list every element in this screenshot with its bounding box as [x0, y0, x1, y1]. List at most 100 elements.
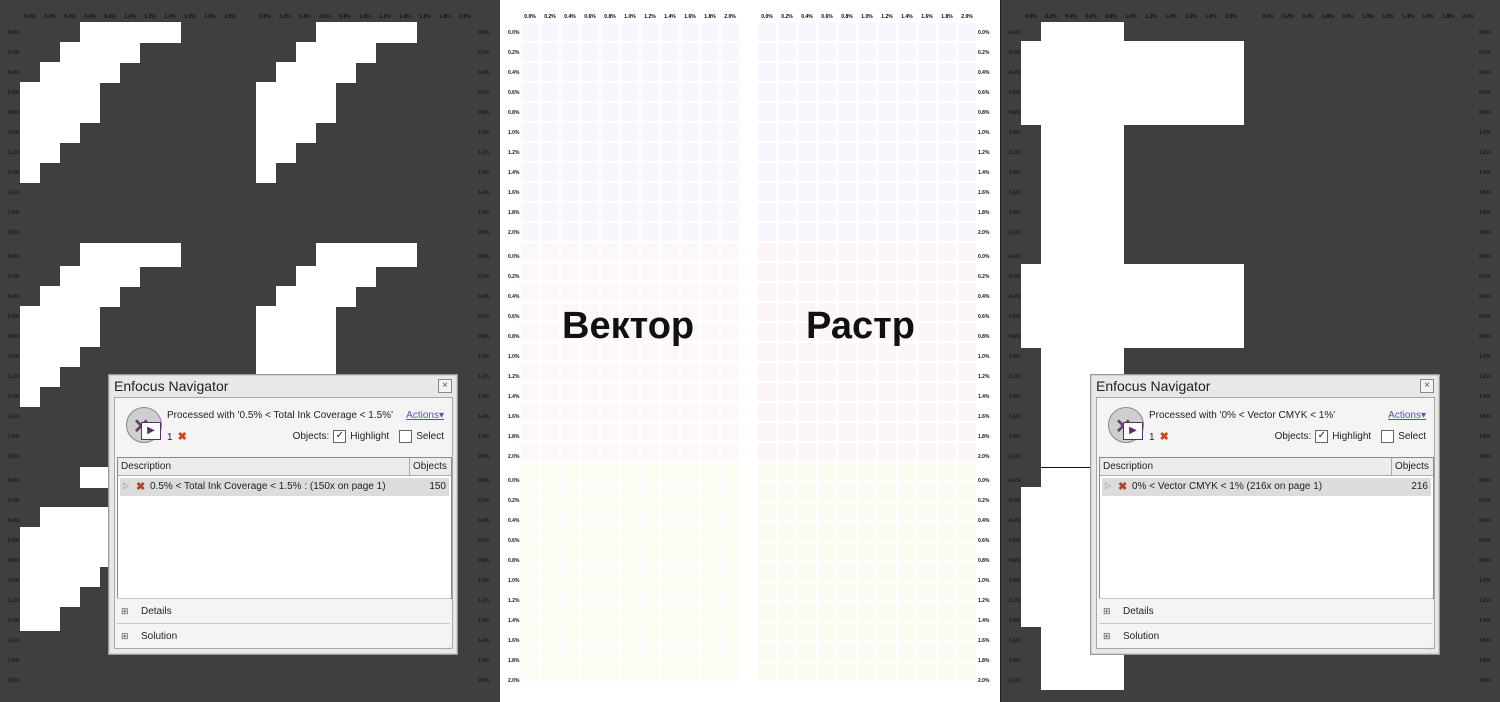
scale-side-label: 1.8%: [978, 434, 990, 440]
solution-section[interactable]: ⊞ Solution: [117, 623, 450, 648]
swatch-cell: [758, 383, 776, 401]
swatch-cell: [958, 363, 976, 381]
scale-side-label: 2.0%: [1479, 454, 1491, 460]
col-description[interactable]: Description: [1103, 461, 1153, 472]
swatch-cell: [701, 263, 719, 281]
swatch-cell: [581, 143, 599, 161]
swatch-cell: [958, 23, 976, 41]
swatch-cell: [758, 323, 776, 341]
swatch-cell: [758, 563, 776, 581]
enfocus-navigator-left[interactable]: Enfocus Navigator × ✕▶ Processed with '0…: [108, 374, 458, 655]
swatch-cell: [878, 203, 896, 221]
swatch-cell: [818, 83, 836, 101]
expand-plus-icon[interactable]: ⊞: [1103, 631, 1111, 642]
scale-side-label: 0.2%: [1479, 498, 1491, 504]
highlight-checkbox[interactable]: ✓: [333, 430, 347, 443]
scale-side-label: 0.2%: [8, 498, 20, 504]
scale-side-label: 2.0%: [1479, 678, 1491, 684]
swatch-cell: [958, 523, 976, 541]
scale-side-label: 0.2%: [1009, 274, 1021, 280]
swatch-cell: [898, 103, 916, 121]
col-description[interactable]: Description: [121, 461, 171, 472]
swatch-cell: [798, 43, 816, 61]
col-objects[interactable]: Objects: [409, 458, 451, 475]
scale-side-label: 0.6%: [1009, 314, 1021, 320]
scale-side-label: 1.4%: [478, 170, 490, 176]
swatch-cell: [561, 83, 579, 101]
scale-side-label: 0.4%: [8, 294, 20, 300]
resize-grip-icon[interactable]: ⋰: [1429, 644, 1437, 652]
actions-menu[interactable]: Actions▾: [406, 410, 444, 421]
scale-side-label: 0.4%: [1479, 70, 1491, 76]
swatch-cell: [798, 203, 816, 221]
swatch-cell: [758, 83, 776, 101]
table-row[interactable]: ▷ ✖ 0.5% < Total Ink Coverage < 1.5% : (…: [120, 478, 449, 496]
scale-side-label: 0.0%: [978, 254, 990, 260]
swatch-cell: [601, 363, 619, 381]
results-table: Description Objects ▷ ✖ 0.5% < Total Ink…: [117, 457, 452, 599]
select-checkbox[interactable]: [1381, 430, 1395, 443]
swatch-cell: [878, 63, 896, 81]
swatch-cell: [758, 123, 776, 141]
swatch-cell: [621, 363, 639, 381]
expand-triangle-icon[interactable]: ▷: [123, 481, 129, 490]
scale-tick-label: 0.4%: [1065, 14, 1077, 20]
highlight-block: [20, 162, 40, 183]
swatch-cell: [521, 303, 539, 321]
scale-side-label: 2.0%: [1009, 454, 1021, 460]
swatch-cell: [561, 63, 579, 81]
solution-section[interactable]: ⊞ Solution: [1099, 623, 1432, 648]
col-objects[interactable]: Objects: [1391, 458, 1433, 475]
swatch-cell: [541, 63, 559, 81]
scale-tick-label: 1.8%: [204, 14, 216, 20]
swatch-cell: [898, 543, 916, 561]
swatch-cell: [838, 583, 856, 601]
actions-menu[interactable]: Actions▾: [1388, 410, 1426, 421]
swatch-cell: [561, 223, 579, 241]
swatch-cell: [641, 463, 659, 481]
swatch-cell: [601, 83, 619, 101]
actions-label[interactable]: Actions: [1388, 410, 1421, 421]
swatch-cell: [938, 583, 956, 601]
vector-label: Вектор: [562, 305, 695, 347]
scale-side-label: 1.8%: [1009, 434, 1021, 440]
swatch-cell: [561, 243, 579, 261]
swatch-cell: [778, 163, 796, 181]
scale-side-label: 1.0%: [8, 354, 20, 360]
swatch-cell: [521, 243, 539, 261]
select-checkbox[interactable]: [399, 430, 413, 443]
swatch-cell: [541, 323, 559, 341]
scale-side-label: 0.6%: [478, 538, 490, 544]
resize-grip-icon[interactable]: ⋰: [447, 644, 455, 652]
expand-plus-icon[interactable]: ⊞: [1103, 606, 1111, 617]
swatch-cell: [918, 243, 936, 261]
expand-plus-icon[interactable]: ⊞: [121, 631, 129, 642]
expand-triangle-icon[interactable]: ▷: [1105, 481, 1111, 490]
scale-side-label: 1.2%: [508, 374, 520, 380]
swatch-cell: [798, 263, 816, 281]
swatch-cell: [798, 83, 816, 101]
swatch-cell: [541, 103, 559, 121]
details-section[interactable]: ⊞ Details: [1099, 598, 1432, 623]
swatch-cell: [918, 143, 936, 161]
row-objects-count: 216: [1411, 481, 1428, 492]
swatch-cell: [581, 223, 599, 241]
enfocus-navigator-right[interactable]: Enfocus Navigator × ✕▶ Processed with '0…: [1090, 374, 1440, 655]
swatch-cell: [581, 63, 599, 81]
close-icon[interactable]: ×: [438, 379, 452, 393]
swatch-cell: [641, 583, 659, 601]
swatch-cell: [621, 223, 639, 241]
swatch-cell: [778, 23, 796, 41]
table-row[interactable]: ▷ ✖ 0% < Vector CMYK < 1% (216x on page …: [1102, 478, 1431, 496]
swatch-cell: [758, 463, 776, 481]
expand-plus-icon[interactable]: ⊞: [121, 606, 129, 617]
swatch-cell: [681, 603, 699, 621]
swatch-cell: [721, 83, 739, 101]
close-icon[interactable]: ×: [1420, 379, 1434, 393]
actions-label[interactable]: Actions: [406, 410, 439, 421]
swatch-cell: [641, 523, 659, 541]
swatch-cell: [778, 503, 796, 521]
scale-tick-label: 1.4%: [399, 14, 411, 20]
highlight-checkbox[interactable]: ✓: [1315, 430, 1329, 443]
details-section[interactable]: ⊞ Details: [117, 598, 450, 623]
